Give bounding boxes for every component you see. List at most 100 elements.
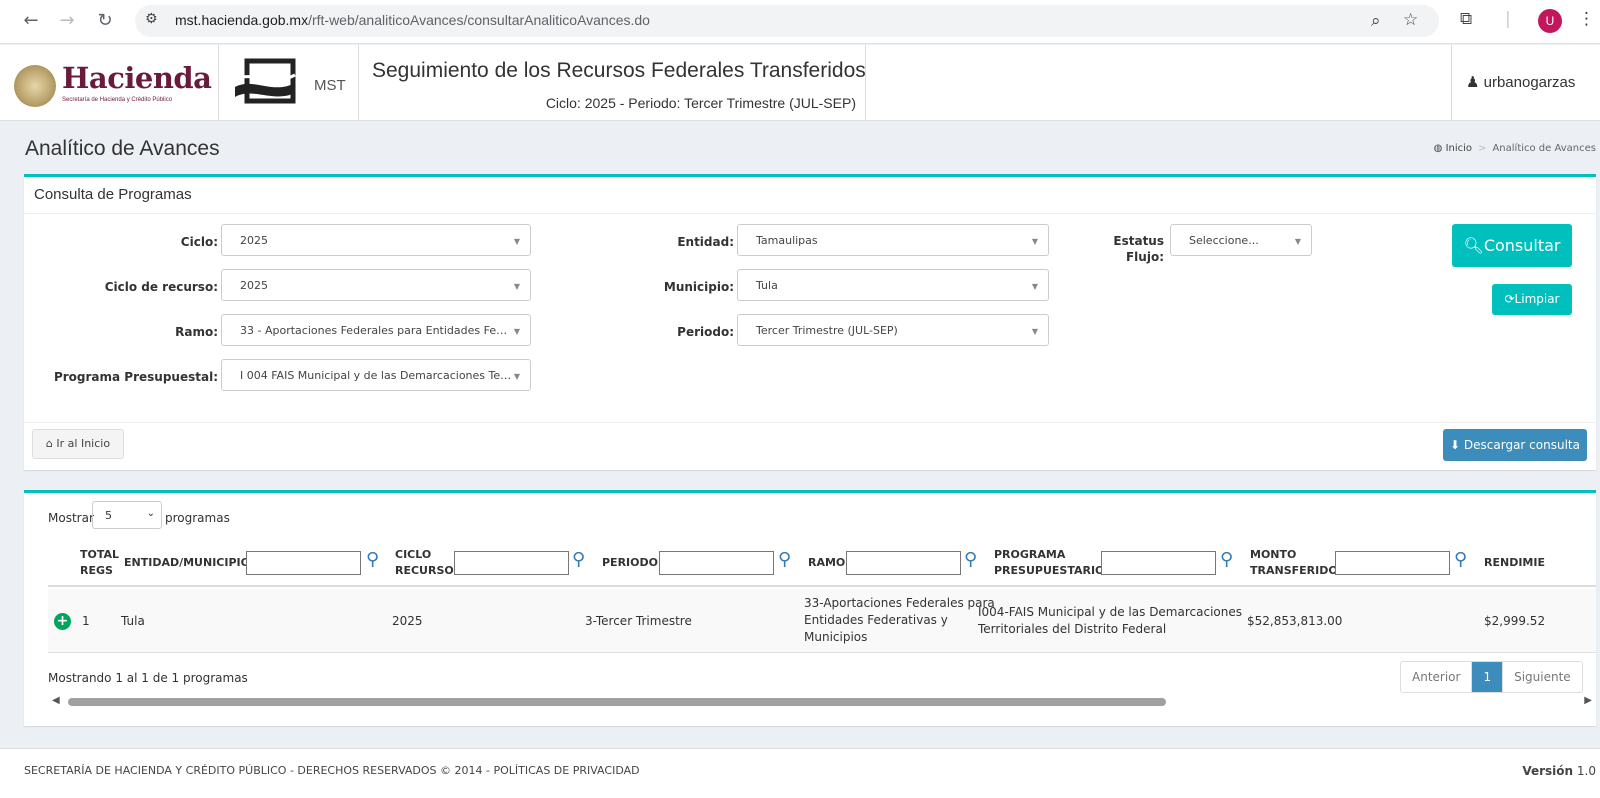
th-total-regs[interactable]: TOTAL REGS <box>80 547 119 579</box>
th-entidad[interactable]: ENTIDAD/MUNICIPIO <box>124 555 250 571</box>
search-icon[interactable]: ⚲ <box>964 549 977 570</box>
zoom-icon[interactable]: ⌕ <box>1371 11 1381 31</box>
descargar-consulta-button[interactable]: ⬇ Descargar consulta <box>1443 429 1587 461</box>
forward-icon[interactable]: → <box>54 8 80 34</box>
th-monto-line2: TRANSFERIDO <box>1250 564 1338 577</box>
expand-row-icon[interactable]: + <box>54 613 71 630</box>
site-settings-icon[interactable]: ⚙ <box>145 11 158 27</box>
version-label: Versión <box>1522 764 1574 778</box>
caret-down-icon: ▼ <box>513 372 520 381</box>
page-title: Analítico de Avances <box>25 137 220 160</box>
ciclo-value: 2025 <box>240 234 268 247</box>
ir-inicio-button[interactable]: ⌂ Ir al Inicio <box>32 429 124 459</box>
search-icon[interactable]: ⚲ <box>366 549 379 570</box>
scrollbar-thumb[interactable] <box>68 698 1166 706</box>
scroll-right-icon[interactable]: ▶ <box>1584 695 1592 706</box>
limpiar-button[interactable]: ⟳Limpiar <box>1492 284 1572 315</box>
periodo-select[interactable]: Tercer Trimestre (JUL-SEP) ▼ <box>737 314 1049 346</box>
estatus-flujo-select[interactable]: Seleccione... ▼ <box>1170 224 1312 256</box>
search-icon[interactable]: ⚲ <box>1454 549 1467 570</box>
consultar-label: Consultar <box>1483 236 1561 255</box>
search-icon[interactable]: ⚲ <box>572 549 585 570</box>
th-programa-line2: PRESUPUESTARIO <box>994 564 1105 577</box>
municipio-select[interactable]: Tula ▼ <box>737 269 1049 301</box>
cell-ramo-line3: Municipios <box>804 630 868 644</box>
periodo-filter-input[interactable] <box>659 551 774 575</box>
page-length-select[interactable]: 5 ⌄ <box>92 501 162 529</box>
profile-avatar[interactable]: U <box>1538 9 1562 33</box>
caret-down-icon: ▼ <box>1031 327 1038 336</box>
browser-toolbar: ← → ↻ ⚙ mst.hacienda.gob.mx/rft-web/anal… <box>0 0 1600 44</box>
breadcrumb-current: Analítico de Avances <box>1492 143 1596 154</box>
table-header: TOTAL REGS ENTIDAD/MUNICIPIO ⚲ CICLO RECUR… <box>48 539 1596 587</box>
breadcrumb-home[interactable]: Inicio <box>1446 143 1472 154</box>
limpiar-label: Limpiar <box>1514 292 1560 306</box>
ramo-filter-input[interactable] <box>846 551 961 575</box>
entidad-value: Tamaulipas <box>756 234 818 247</box>
extensions-icon[interactable]: ⧉ <box>1460 9 1472 29</box>
cell-rendimiento: $2,999.52 <box>1484 614 1546 628</box>
th-programa[interactable]: PROGRAMA PRESUPUESTARIO <box>994 547 1104 579</box>
ciclo-select[interactable]: 2025 ▼ <box>221 224 531 256</box>
cell-programa-line1: I004-FAIS Municipal y de las Demarcacion… <box>978 605 1242 619</box>
entidad-select[interactable]: Tamaulipas ▼ <box>737 224 1049 256</box>
chevron-down-icon: ⌄ <box>146 508 155 519</box>
th-monto-line1: MONTO <box>1250 548 1297 561</box>
ciclo-filter-input[interactable] <box>454 551 569 575</box>
reload-icon[interactable]: ↻ <box>92 8 118 34</box>
filters-box-title: Consulta de Programas <box>34 186 192 203</box>
hacienda-logo[interactable]: Hacienda <box>62 61 212 95</box>
ciclo-recurso-label: Ciclo de recurso: <box>104 280 218 294</box>
th-monto[interactable]: MONTO TRANSFERIDO <box>1250 547 1338 579</box>
pager-page-1[interactable]: 1 <box>1472 662 1503 692</box>
th-periodo[interactable]: PERIODO <box>602 555 658 571</box>
bookmark-star-icon[interactable]: ☆ <box>1403 10 1418 30</box>
caret-down-icon: ▼ <box>1294 237 1301 246</box>
programa-value: I 004 FAIS Municipal y de las Demarcacio… <box>240 369 512 382</box>
estatus-label-line1: Estatus <box>1113 234 1164 248</box>
programa-filter-input[interactable] <box>1101 551 1216 575</box>
cell-entidad: Tula <box>121 614 145 628</box>
ramo-select[interactable]: 33 - Aportaciones Federales para Entidad… <box>221 314 531 346</box>
coat-of-arms-icon <box>14 65 56 107</box>
programa-select[interactable]: I 004 FAIS Municipal y de las Demarcacio… <box>221 359 531 391</box>
entidad-filter-input[interactable] <box>246 551 361 575</box>
ciclo-recurso-value: 2025 <box>240 279 268 292</box>
menu-kebab-icon[interactable]: ⋮ <box>1578 9 1595 29</box>
ciclo-recurso-select[interactable]: 2025 ▼ <box>221 269 531 301</box>
consultar-button[interactable]: 🔍︎Consultar <box>1452 224 1572 267</box>
search-icon[interactable]: ⚲ <box>778 549 791 570</box>
th-ciclo-recurso[interactable]: CICLO RECURSO <box>395 547 454 579</box>
footer: SECRETARÍA DE HACIENDA Y CRÉDITO PÚBLICO… <box>0 748 1600 798</box>
th-ramo[interactable]: RAMO <box>808 555 845 571</box>
download-icon: ⬇ <box>1450 438 1461 452</box>
cell-total: 1 <box>82 614 90 628</box>
monto-filter-input[interactable] <box>1335 551 1450 575</box>
user-menu[interactable]: ♟ urbanogarzas <box>1466 73 1575 91</box>
search-icon[interactable]: ⚲ <box>1220 549 1233 570</box>
filters-box: Consulta de Programas Ciclo: 2025 ▼ Ciclo… <box>24 174 1596 470</box>
th-rendimiento[interactable]: RENDIMIE <box>1484 555 1545 571</box>
horizontal-scrollbar[interactable]: ◀ ▶ <box>48 695 1596 709</box>
breadcrumb: ◍ Inicio > Analítico de Avances <box>1433 143 1596 154</box>
address-bar[interactable]: ⚙ mst.hacienda.gob.mx/rft-web/analiticoA… <box>135 5 1439 37</box>
scroll-left-icon[interactable]: ◀ <box>52 695 60 706</box>
estatus-label-line2: Flujo: <box>1125 250 1164 264</box>
toolbar-divider: | <box>1505 9 1511 29</box>
url-path: /rft-web/analiticoAvances/consultarAnali… <box>308 12 650 28</box>
municipio-label: Municipio: <box>663 280 734 294</box>
back-icon[interactable]: ← <box>18 8 44 34</box>
search-icon: 🔍︎ <box>1463 236 1484 255</box>
estatus-flujo-label: Estatus Flujo: <box>1064 233 1164 265</box>
caret-down-icon: ▼ <box>1031 282 1038 291</box>
pager-prev[interactable]: Anterior <box>1401 662 1471 692</box>
caret-down-icon: ▼ <box>513 282 520 291</box>
pager-next[interactable]: Siguiente <box>1503 662 1582 692</box>
app-header: Hacienda Secretaría de Hacienda y Crédit… <box>0 45 1600 121</box>
th-programa-line1: PROGRAMA <box>994 548 1066 561</box>
th-total-line2: REGS <box>80 564 113 577</box>
system-title: Seguimiento de los Recursos Federales Tr… <box>372 59 866 82</box>
cell-periodo: 3-Tercer Trimestre <box>585 614 692 628</box>
caret-down-icon: ▼ <box>513 327 520 336</box>
cell-monto: $52,853,813.00 <box>1247 614 1343 628</box>
